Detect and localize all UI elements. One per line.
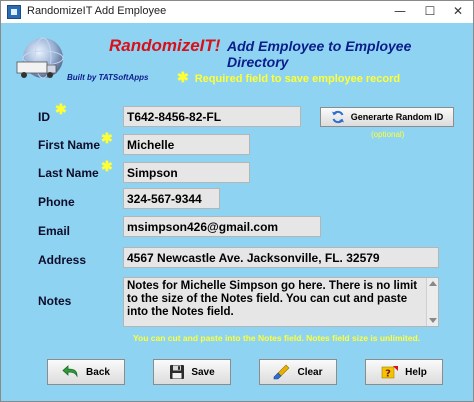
back-button[interactable]: Back: [47, 359, 125, 385]
close-button[interactable]: ✕: [443, 1, 473, 23]
optional-note: (optional): [371, 130, 405, 139]
last-name-field[interactable]: Simpson: [123, 162, 250, 183]
generate-random-id-button[interactable]: Generarte Random ID: [320, 107, 454, 127]
clear-button-label: Clear: [297, 366, 323, 378]
back-button-label: Back: [86, 366, 110, 378]
id-field[interactable]: T642-8456-82-FL: [123, 106, 301, 127]
scroll-down-arrow-icon[interactable]: [429, 318, 437, 323]
first-name-label: First Name: [38, 138, 101, 152]
svg-text:?: ?: [385, 369, 391, 380]
refresh-icon: [331, 110, 344, 124]
phone-field[interactable]: 324-567-9344: [123, 188, 220, 209]
built-by-text: Built by TATSoftApps: [67, 73, 149, 82]
address-label: Address: [38, 253, 87, 267]
address-field[interactable]: 4567 Newcastle Ave. Jacksonville, FL. 32…: [123, 247, 439, 268]
help-question-icon: ?: [381, 366, 399, 380]
first-name-field[interactable]: Michelle: [123, 134, 250, 155]
app-icon: [7, 5, 21, 19]
generate-random-id-label: Generarte Random ID: [350, 112, 444, 122]
back-arrow-icon: [62, 365, 78, 378]
save-button-label: Save: [191, 366, 215, 378]
last-name-label: Last Name: [38, 166, 99, 180]
clear-button[interactable]: Clear: [259, 359, 337, 385]
notes-scrollbar[interactable]: [426, 278, 438, 326]
required-field-note: ✱ Required field to save employee record: [177, 69, 400, 86]
globe-truck-logo-icon: [16, 37, 64, 79]
last-name-required-icon: ✱: [101, 158, 113, 174]
scroll-up-arrow-icon[interactable]: [429, 281, 437, 286]
email-field[interactable]: msimpson426@gmail.com: [123, 216, 321, 237]
notes-textarea[interactable]: Notes for Michelle Simpson go here. Ther…: [123, 277, 439, 327]
title-bar[interactable]: RandomizeIT Add Employee — ☐ ✕: [1, 1, 473, 23]
required-star-icon: ✱: [177, 69, 189, 85]
help-button-label: Help: [405, 366, 427, 378]
notes-label: Notes: [38, 294, 72, 308]
page-title: Add Employee to Employee Directory: [227, 38, 412, 70]
id-label: ID: [38, 110, 50, 124]
maximize-button[interactable]: ☐: [415, 1, 445, 23]
first-name-required-icon: ✱: [101, 130, 113, 146]
help-button[interactable]: ? Help: [365, 359, 443, 385]
phone-label: Phone: [38, 195, 75, 209]
minimize-button[interactable]: —: [385, 1, 415, 23]
form-area: RandomizeIT! Add Employee to Employee Di…: [1, 23, 473, 401]
email-label: Email: [38, 224, 71, 238]
notes-hint: You can cut and paste into the Notes fie…: [133, 333, 420, 343]
required-note-text: Required field to save employee record: [194, 73, 401, 85]
id-required-icon: ✱: [55, 101, 67, 117]
floppy-disk-icon: [170, 365, 185, 379]
app-window: RandomizeIT Add Employee — ☐ ✕ Randomize…: [0, 0, 474, 402]
brand-title: RandomizeIT!: [109, 36, 221, 55]
window-title: RandomizeIT Add Employee: [27, 5, 167, 17]
notes-text: Notes for Michelle Simpson go here. Ther…: [127, 280, 418, 318]
save-button[interactable]: Save: [153, 359, 231, 385]
eraser-broom-icon: [274, 364, 290, 380]
